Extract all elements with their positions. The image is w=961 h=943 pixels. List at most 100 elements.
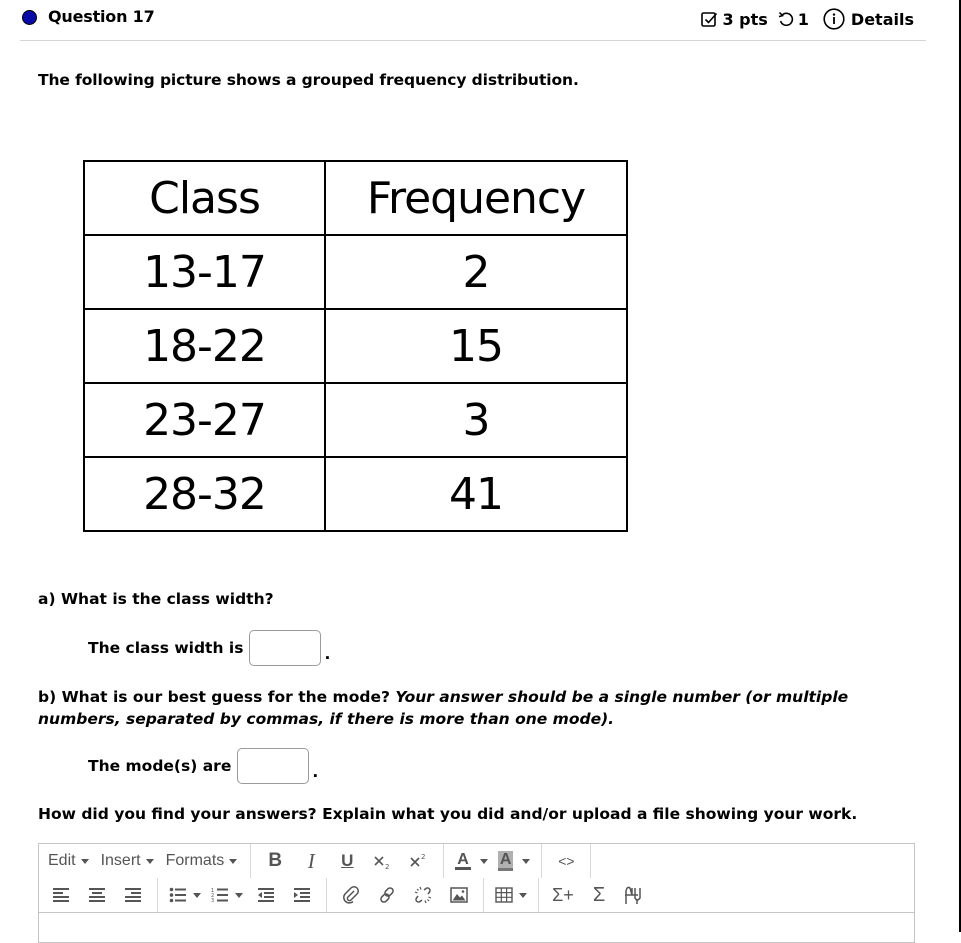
frequency-cell: 2: [324, 234, 628, 310]
class-width-input[interactable]: [249, 630, 322, 666]
graph-icon: [625, 886, 641, 904]
part-b-question: b) What is our best guess for the mode? …: [38, 686, 898, 730]
table-icon: [495, 887, 513, 903]
frequency-table-image: Class Frequency 13-17 2 18-22 15 23-27 3…: [83, 160, 628, 532]
link-button[interactable]: [374, 881, 400, 909]
part-a-answer-line: The class width is .: [88, 630, 330, 666]
editor-toolbar-row-1: Edit Insert Formats B I U 2 2 A A <>: [39, 844, 592, 878]
part-a-question: a) What is the class width?: [38, 590, 274, 608]
chevron-down-icon: [522, 858, 531, 864]
checkbox-icon: [701, 11, 718, 28]
image-icon: [450, 887, 468, 903]
part-b-suffix: .: [312, 763, 319, 781]
text-color-button[interactable]: A: [455, 847, 488, 875]
attachment-icon: [343, 886, 359, 904]
unlink-button[interactable]: [410, 881, 436, 909]
attempts-group: 1: [778, 10, 809, 29]
indent-icon: [294, 888, 310, 902]
explain-prompt: How did you find your answers? Explain w…: [38, 805, 858, 823]
menu-group: Edit Insert Formats: [39, 844, 252, 878]
editor-toolbar-row-2: 123 Σ+ Σ: [39, 878, 659, 912]
table-group: [484, 878, 539, 912]
underline-icon: U: [341, 851, 354, 870]
table-row: 28-32 41: [83, 456, 628, 532]
subscript-icon: 2: [374, 856, 390, 870]
outdent-button[interactable]: [253, 881, 279, 909]
attachment-button[interactable]: [338, 881, 364, 909]
edit-menu-label: Edit: [48, 852, 76, 869]
sigma-icon: Σ: [592, 883, 606, 906]
align-right-icon: [125, 888, 141, 902]
mode-input[interactable]: [237, 748, 310, 784]
align-center-button[interactable]: [84, 881, 110, 909]
insert-formula-icon: Σ+: [552, 884, 574, 905]
editor-content-area[interactable]: [39, 913, 914, 943]
question-header: Question 17 3 pts 1 Details: [20, 0, 926, 41]
chevron-down-icon: [519, 892, 527, 898]
part-a-prompt: The class width is: [88, 639, 244, 657]
link-icon: [380, 887, 394, 903]
question-status-dot: [22, 10, 37, 25]
text-color-icon: A: [455, 851, 471, 870]
alignment-group: [39, 878, 158, 912]
formats-menu[interactable]: Formats: [166, 852, 238, 870]
align-center-icon: [89, 888, 105, 902]
info-icon: [823, 8, 845, 30]
details-button[interactable]: Details: [823, 8, 914, 30]
superscript-button[interactable]: 2: [406, 847, 432, 875]
header-class: Class: [83, 160, 326, 236]
chevron-down-icon: [193, 892, 201, 898]
bold-icon: B: [268, 850, 283, 871]
bold-button[interactable]: B: [262, 847, 288, 875]
insert-formula-button[interactable]: Σ+: [550, 881, 576, 909]
points-label: 3 pts: [722, 9, 768, 29]
align-left-icon: [53, 888, 69, 902]
part-a-suffix: .: [324, 645, 331, 663]
indent-button[interactable]: [289, 881, 315, 909]
header-frequency: Frequency: [324, 160, 628, 236]
image-button[interactable]: [446, 881, 472, 909]
background-color-icon: A: [497, 851, 514, 871]
table-button[interactable]: [495, 881, 527, 909]
underline-button[interactable]: U: [334, 847, 360, 875]
insert-menu[interactable]: Insert: [101, 852, 154, 870]
code-icon: <>: [558, 853, 575, 869]
chevron-down-icon: [235, 892, 243, 898]
background-color-button[interactable]: A: [497, 847, 531, 875]
graph-button[interactable]: [622, 881, 648, 909]
math-group: Σ+ Σ: [539, 878, 659, 912]
superscript-icon: 2: [410, 853, 426, 867]
source-code-button[interactable]: <>: [553, 847, 579, 875]
insert-group: [327, 878, 484, 912]
sigma-button[interactable]: Σ: [586, 881, 612, 909]
insert-menu-label: Insert: [100, 852, 141, 869]
unlink-icon: [414, 886, 432, 904]
class-cell: 23-27: [83, 382, 326, 458]
points-group: 3 pts: [701, 9, 768, 29]
list-group: 123: [158, 878, 327, 912]
svg-text:2: 2: [385, 863, 389, 870]
question-meta: 3 pts 1 Details: [701, 8, 914, 30]
code-group: <>: [542, 844, 592, 878]
numbered-list-icon: 123: [211, 888, 228, 903]
part-b-answer-line: The mode(s) are .: [88, 748, 318, 784]
italic-button[interactable]: I: [298, 847, 324, 875]
chevron-down-icon: [80, 858, 89, 864]
retry-icon: [778, 11, 794, 27]
outdent-icon: [258, 888, 274, 902]
color-group: A A: [444, 844, 543, 878]
edit-menu[interactable]: Edit: [48, 852, 89, 870]
subscript-button[interactable]: 2: [370, 847, 396, 875]
question-title: Question 17: [48, 7, 155, 26]
numbered-list-button[interactable]: 123: [211, 881, 243, 909]
align-right-button[interactable]: [120, 881, 146, 909]
align-left-button[interactable]: [48, 881, 74, 909]
frequency-cell: 41: [324, 456, 628, 532]
italic-icon: I: [307, 848, 315, 873]
rich-text-editor: Edit Insert Formats B I U 2 2 A A <> 1 2…: [38, 843, 915, 943]
frequency-cell: 15: [324, 308, 628, 384]
chevron-down-icon: [229, 858, 238, 864]
part-b-question-text: b) What is our best guess for the mode?: [38, 688, 396, 706]
bullet-list-button[interactable]: [169, 881, 201, 909]
table-header-row: Class Frequency: [83, 160, 628, 236]
